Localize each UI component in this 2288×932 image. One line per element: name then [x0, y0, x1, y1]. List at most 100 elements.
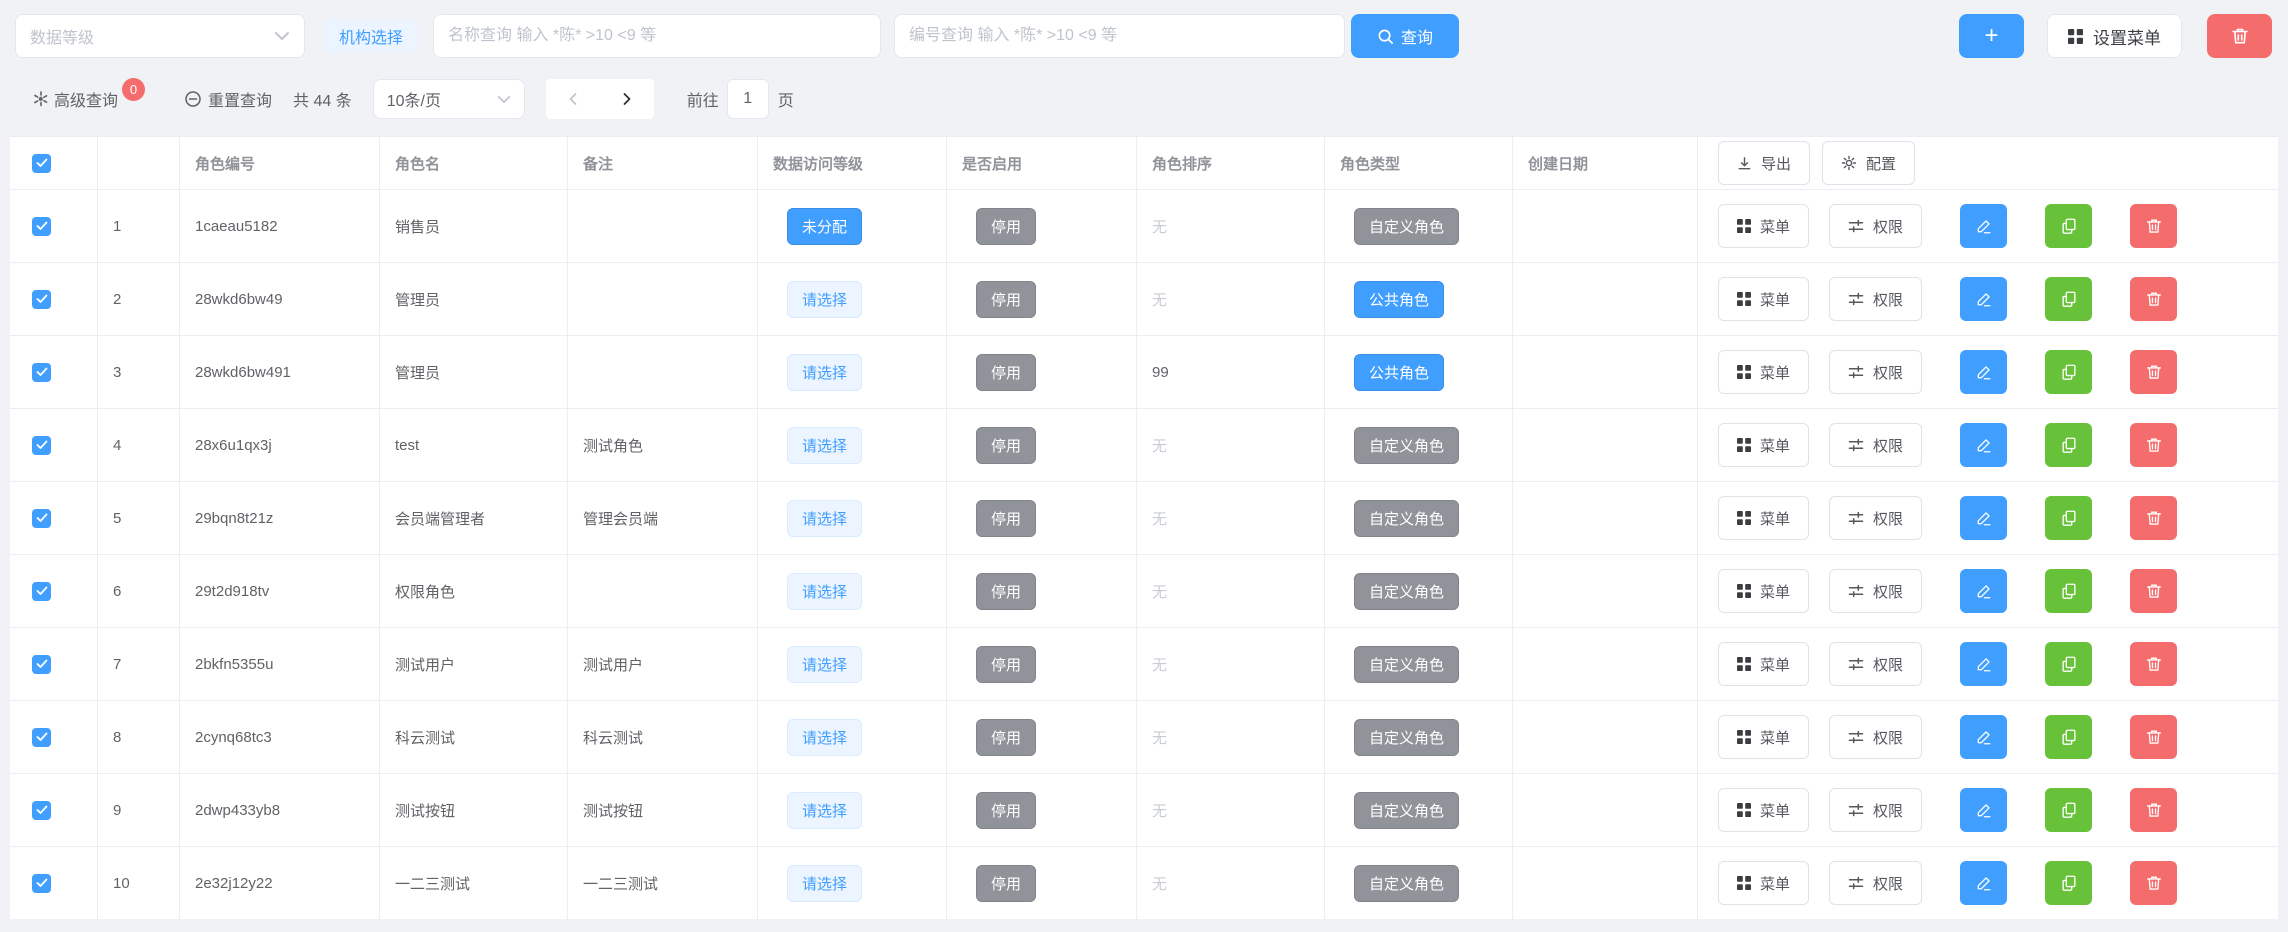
row-copy-button[interactable] — [2045, 496, 2092, 540]
enabled-badge[interactable]: 停用 — [976, 354, 1036, 391]
row-edit-button[interactable] — [1960, 496, 2007, 540]
access-level-badge[interactable]: 未分配 — [787, 208, 862, 245]
role-type-badge[interactable]: 公共角色 — [1354, 281, 1444, 318]
row-permission-button[interactable]: 权限 — [1829, 350, 1922, 394]
row-delete-button[interactable] — [2130, 715, 2177, 759]
row-copy-button[interactable] — [2045, 642, 2092, 686]
role-type-badge[interactable]: 自定义角色 — [1354, 646, 1459, 683]
settings-menu-button[interactable]: 设置菜单 — [2047, 14, 2182, 58]
export-button[interactable]: 导出 — [1718, 141, 1810, 185]
role-type-badge[interactable]: 自定义角色 — [1354, 208, 1459, 245]
enabled-badge[interactable]: 停用 — [976, 427, 1036, 464]
access-level-badge[interactable]: 请选择 — [787, 427, 862, 464]
row-checkbox[interactable] — [32, 582, 51, 601]
row-menu-button[interactable]: 菜单 — [1718, 350, 1809, 394]
row-copy-button[interactable] — [2045, 277, 2092, 321]
batch-delete-button[interactable] — [2207, 14, 2272, 58]
row-copy-button[interactable] — [2045, 569, 2092, 613]
role-type-badge[interactable]: 自定义角色 — [1354, 865, 1459, 902]
role-type-badge[interactable]: 自定义角色 — [1354, 792, 1459, 829]
access-level-badge[interactable]: 请选择 — [787, 865, 862, 902]
row-menu-button[interactable]: 菜单 — [1718, 715, 1809, 759]
enabled-badge[interactable]: 停用 — [976, 500, 1036, 537]
reset-query-button[interactable]: 重置查询 — [184, 87, 272, 111]
enabled-badge[interactable]: 停用 — [976, 792, 1036, 829]
row-edit-button[interactable] — [1960, 861, 2007, 905]
row-checkbox[interactable] — [32, 290, 51, 309]
row-delete-button[interactable] — [2130, 423, 2177, 467]
access-level-badge[interactable]: 请选择 — [787, 354, 862, 391]
row-checkbox[interactable] — [32, 728, 51, 747]
row-edit-button[interactable] — [1960, 423, 2007, 467]
row-permission-button[interactable]: 权限 — [1829, 569, 1922, 613]
row-permission-button[interactable]: 权限 — [1829, 204, 1922, 248]
enabled-badge[interactable]: 停用 — [976, 719, 1036, 756]
row-copy-button[interactable] — [2045, 788, 2092, 832]
access-level-badge[interactable]: 请选择 — [787, 500, 862, 537]
row-permission-button[interactable]: 权限 — [1829, 423, 1922, 467]
enabled-badge[interactable]: 停用 — [976, 865, 1036, 902]
access-level-badge[interactable]: 请选择 — [787, 573, 862, 610]
row-delete-button[interactable] — [2130, 642, 2177, 686]
access-level-badge[interactable]: 请选择 — [787, 281, 862, 318]
row-edit-button[interactable] — [1960, 715, 2007, 759]
role-type-badge[interactable]: 公共角色 — [1354, 354, 1444, 391]
row-menu-button[interactable]: 菜单 — [1718, 204, 1809, 248]
org-select-button[interactable]: 机构选择 — [324, 19, 418, 53]
search-button[interactable]: 查询 — [1351, 14, 1459, 58]
prev-page-button[interactable] — [546, 79, 600, 119]
row-checkbox[interactable] — [32, 363, 51, 382]
row-permission-button[interactable]: 权限 — [1829, 642, 1922, 686]
row-edit-button[interactable] — [1960, 569, 2007, 613]
select-all-checkbox[interactable] — [32, 154, 51, 173]
data-level-select[interactable]: 数据等级 — [15, 14, 305, 58]
row-checkbox[interactable] — [32, 874, 51, 893]
row-copy-button[interactable] — [2045, 350, 2092, 394]
row-menu-button[interactable]: 菜单 — [1718, 569, 1809, 613]
row-permission-button[interactable]: 权限 — [1829, 788, 1922, 832]
row-delete-button[interactable] — [2130, 569, 2177, 613]
row-menu-button[interactable]: 菜单 — [1718, 861, 1809, 905]
row-menu-button[interactable]: 菜单 — [1718, 496, 1809, 540]
page-size-select[interactable]: 10条/页 — [373, 79, 525, 119]
row-checkbox[interactable] — [32, 801, 51, 820]
row-checkbox[interactable] — [32, 655, 51, 674]
role-type-badge[interactable]: 自定义角色 — [1354, 427, 1459, 464]
row-delete-button[interactable] — [2130, 861, 2177, 905]
enabled-badge[interactable]: 停用 — [976, 208, 1036, 245]
row-permission-button[interactable]: 权限 — [1829, 496, 1922, 540]
row-edit-button[interactable] — [1960, 642, 2007, 686]
row-copy-button[interactable] — [2045, 423, 2092, 467]
row-edit-button[interactable] — [1960, 350, 2007, 394]
next-page-button[interactable] — [600, 79, 654, 119]
row-checkbox[interactable] — [32, 509, 51, 528]
row-delete-button[interactable] — [2130, 277, 2177, 321]
row-delete-button[interactable] — [2130, 204, 2177, 248]
access-level-badge[interactable]: 请选择 — [787, 646, 862, 683]
row-permission-button[interactable]: 权限 — [1829, 861, 1922, 905]
row-menu-button[interactable]: 菜单 — [1718, 788, 1809, 832]
row-menu-button[interactable]: 菜单 — [1718, 642, 1809, 686]
add-button[interactable]: + — [1959, 14, 2024, 58]
row-permission-button[interactable]: 权限 — [1829, 277, 1922, 321]
advanced-query-button[interactable]: 高级查询 0 — [33, 87, 145, 111]
row-delete-button[interactable] — [2130, 350, 2177, 394]
enabled-badge[interactable]: 停用 — [976, 573, 1036, 610]
row-delete-button[interactable] — [2130, 496, 2177, 540]
row-delete-button[interactable] — [2130, 788, 2177, 832]
row-edit-button[interactable] — [1960, 204, 2007, 248]
row-menu-button[interactable]: 菜单 — [1718, 277, 1809, 321]
access-level-badge[interactable]: 请选择 — [787, 792, 862, 829]
row-copy-button[interactable] — [2045, 715, 2092, 759]
row-menu-button[interactable]: 菜单 — [1718, 423, 1809, 467]
name-search-input[interactable] — [433, 14, 881, 58]
row-permission-button[interactable]: 权限 — [1829, 715, 1922, 759]
code-search-input[interactable] — [894, 14, 1345, 58]
row-edit-button[interactable] — [1960, 277, 2007, 321]
enabled-badge[interactable]: 停用 — [976, 646, 1036, 683]
config-button[interactable]: 配置 — [1822, 141, 1915, 185]
enabled-badge[interactable]: 停用 — [976, 281, 1036, 318]
role-type-badge[interactable]: 自定义角色 — [1354, 719, 1459, 756]
row-checkbox[interactable] — [32, 217, 51, 236]
row-edit-button[interactable] — [1960, 788, 2007, 832]
